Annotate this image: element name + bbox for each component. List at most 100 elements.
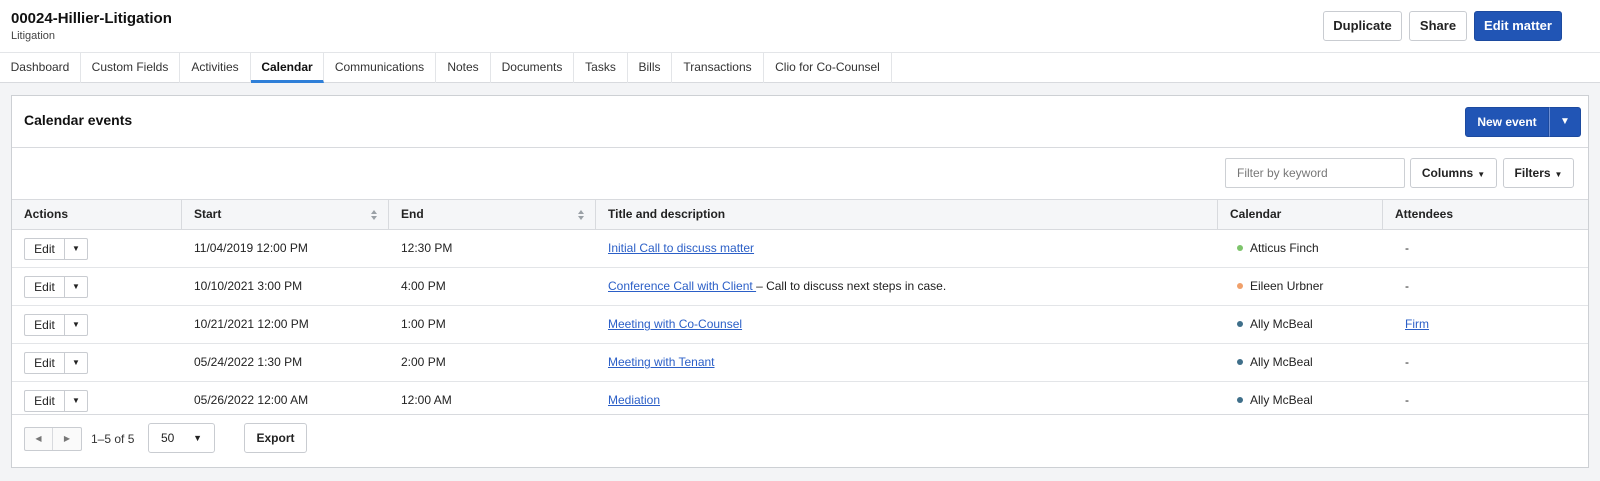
event-title-link[interactable]: Meeting with Co-Counsel [608, 317, 742, 331]
edit-button[interactable]: Edit [25, 315, 65, 335]
edit-button-group: Edit ▼ [24, 314, 88, 336]
edit-button-group: Edit ▼ [24, 276, 88, 298]
sort-icon [371, 210, 377, 220]
table-footer: ◀ ▶ 1–5 of 5 50 ▼ Export [12, 414, 1588, 468]
event-end: 1:00 PM [401, 317, 446, 331]
table-row: Edit ▼ 11/04/2019 12:00 PM 12:30 PM Init… [12, 230, 1588, 268]
event-calendar: Atticus Finch [1237, 230, 1319, 267]
event-title-link[interactable]: Meeting with Tenant [608, 355, 715, 369]
edit-button-group: Edit ▼ [24, 390, 88, 412]
edit-dropdown-button[interactable]: ▼ [65, 315, 87, 335]
event-description: – Call to discuss next steps in case. [756, 279, 947, 293]
panel-title: Calendar events [24, 112, 133, 128]
event-calendar: Ally McBeal [1237, 344, 1313, 381]
edit-button-group: Edit ▼ [24, 352, 88, 374]
event-calendar: Eileen Urbner [1237, 268, 1323, 305]
per-page-value: 50 [161, 431, 175, 445]
edit-dropdown-button[interactable]: ▼ [65, 239, 87, 259]
new-event-button[interactable]: New event [1465, 107, 1549, 137]
matter-practice-area: Litigation [11, 30, 56, 42]
tab-activities[interactable]: Activities [180, 53, 251, 83]
tab-bills[interactable]: Bills [628, 53, 672, 83]
event-start: 10/10/2021 3:00 PM [194, 279, 303, 293]
caret-down-icon: ▼ [72, 320, 80, 329]
table-header: Actions Start End Title and description … [12, 199, 1588, 230]
calendar-events-panel: Calendar events New event ▼ Columns▼ Fil… [11, 95, 1589, 468]
column-header-start[interactable]: Start [182, 200, 389, 229]
tab-tasks[interactable]: Tasks [574, 53, 628, 83]
caret-down-icon: ▼ [1477, 170, 1486, 179]
caret-down-icon: ▼ [1560, 116, 1570, 127]
caret-down-icon: ▼ [72, 358, 80, 367]
caret-left-icon: ◀ [35, 434, 42, 443]
table-row: Edit ▼ 10/10/2021 3:00 PM 4:00 PM Confer… [12, 268, 1588, 306]
edit-button[interactable]: Edit [25, 391, 65, 411]
tab-communications[interactable]: Communications [324, 53, 436, 83]
event-title-link[interactable]: Initial Call to discuss matter [608, 241, 754, 255]
caret-down-icon: ▼ [193, 433, 202, 443]
duplicate-button[interactable]: Duplicate [1323, 11, 1402, 41]
caret-right-icon: ▶ [63, 434, 71, 443]
edit-dropdown-button[interactable]: ▼ [65, 391, 87, 411]
edit-button-group: Edit ▼ [24, 238, 88, 260]
event-title-link[interactable]: Conference Call with Client [608, 279, 756, 293]
panel-divider [12, 147, 1588, 148]
sort-icon [578, 210, 584, 220]
export-button[interactable]: Export [244, 423, 307, 453]
event-start: 05/24/2022 1:30 PM [194, 355, 303, 369]
columns-button[interactable]: Columns ▼ [1410, 158, 1497, 188]
event-title-cell: Conference Call with Client – Call to di… [608, 268, 946, 305]
event-attendees: - [1405, 355, 1409, 369]
per-page-select[interactable]: 50 ▼ [148, 423, 215, 453]
caret-down-icon: ▼ [72, 396, 80, 405]
filters-button-label: Filters [1514, 166, 1551, 180]
event-end: 2:00 PM [401, 355, 446, 369]
event-end: 12:30 PM [401, 241, 453, 255]
edit-button[interactable]: Edit [25, 353, 65, 373]
edit-dropdown-button[interactable]: ▼ [65, 277, 87, 297]
event-attendees-link[interactable]: Firm [1405, 306, 1429, 343]
event-attendees: - [1405, 279, 1409, 293]
event-title-cell: Meeting with Co-Counsel [608, 306, 742, 343]
filters-button[interactable]: Filters ▼ [1503, 158, 1574, 188]
caret-down-icon: ▼ [72, 244, 80, 253]
tab-notes[interactable]: Notes [436, 53, 491, 83]
previous-page-button[interactable]: ◀ [25, 428, 53, 450]
event-title-link[interactable]: Mediation [608, 393, 660, 407]
tab-dashboard[interactable]: Dashboard [0, 53, 81, 83]
event-title-cell: Meeting with Tenant [608, 344, 715, 381]
matter-header: 00024-Hillier-Litigation Litigation Dupl… [0, 0, 1600, 52]
next-page-button[interactable]: ▶ [53, 428, 81, 450]
column-header-actions: Actions [12, 200, 182, 229]
event-start: 10/21/2021 12:00 PM [194, 317, 309, 331]
event-attendees: - [1405, 241, 1409, 255]
table-row: Edit ▼ 10/21/2021 12:00 PM 1:00 PM Meeti… [12, 306, 1588, 344]
tab-calendar[interactable]: Calendar [251, 53, 324, 83]
tab-custom-fields[interactable]: Custom Fields [81, 53, 180, 83]
event-title-cell: Initial Call to discuss matter [608, 230, 754, 267]
caret-down-icon: ▼ [72, 282, 80, 291]
columns-button-label: Columns [1421, 166, 1474, 180]
edit-dropdown-button[interactable]: ▼ [65, 353, 87, 373]
filter-keyword-input[interactable] [1225, 158, 1405, 188]
tab-clio-for-co-counsel[interactable]: Clio for Co-Counsel [764, 53, 892, 83]
edit-matter-button[interactable]: Edit matter [1474, 11, 1562, 41]
edit-button[interactable]: Edit [25, 239, 65, 259]
matter-title: 00024-Hillier-Litigation [11, 10, 172, 27]
event-calendar: Ally McBeal [1237, 306, 1313, 343]
column-header-attendees: Attendees [1395, 207, 1454, 221]
pagination-range: 1–5 of 5 [91, 432, 135, 446]
event-end: 4:00 PM [401, 279, 446, 293]
new-event-dropdown-button[interactable]: ▼ [1549, 107, 1581, 137]
tab-documents[interactable]: Documents [491, 53, 574, 83]
share-button[interactable]: Share [1409, 11, 1467, 41]
pagination: ◀ ▶ [24, 427, 82, 451]
matter-tabs: Dashboard Custom Fields Activities Calen… [0, 52, 1600, 83]
column-header-end[interactable]: End [389, 200, 596, 229]
column-header-calendar: Calendar [1218, 200, 1383, 229]
caret-down-icon: ▼ [1554, 170, 1563, 179]
edit-button[interactable]: Edit [25, 277, 65, 297]
column-header-title: Title and description [596, 200, 1218, 229]
tab-transactions[interactable]: Transactions [672, 53, 764, 83]
calendar-color-dot [1237, 244, 1243, 251]
